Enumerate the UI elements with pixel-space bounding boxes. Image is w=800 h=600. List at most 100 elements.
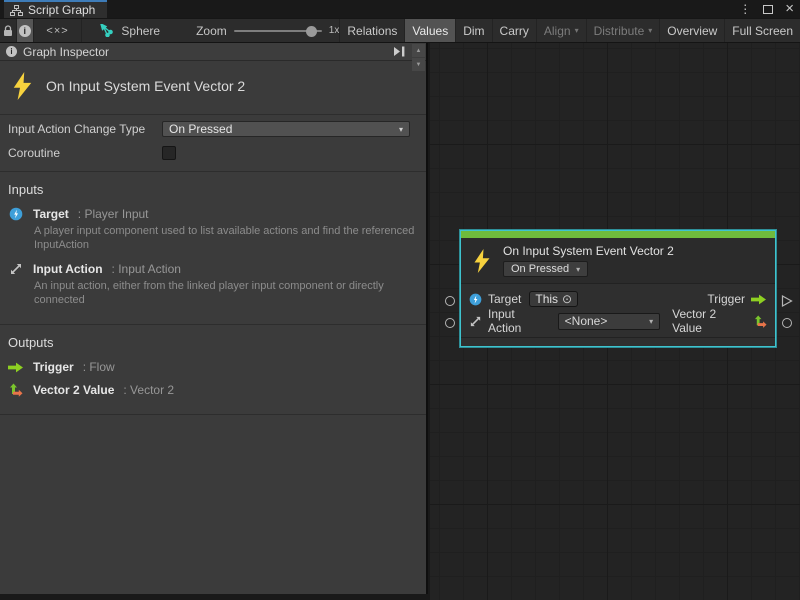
relations-button[interactable]: Relations <box>339 19 404 42</box>
change-type-label: Input Action Change Type <box>8 122 162 136</box>
tab-label: Script Graph <box>28 3 95 17</box>
values-button[interactable]: Values <box>404 19 455 42</box>
zoom-control: Zoom 1x <box>196 19 339 42</box>
zoom-value: 1x <box>329 25 340 36</box>
trigger-port-label: Trigger <box>707 292 745 306</box>
graph-toolbar: i <×> Sphere Zoom 1x <box>0 18 800 43</box>
event-node-color-bar <box>461 231 775 238</box>
port-doc-vector2: Vector 2 Value : Vector 2 <box>8 383 410 397</box>
dock-panel-icon[interactable] <box>393 46 406 57</box>
node-on-input-system-event-vector2[interactable]: On Input System Event Vector 2 On Presse… <box>460 230 776 347</box>
graph-reference[interactable]: Sphere <box>82 19 170 42</box>
chevron-down-icon: ▾ <box>649 317 653 326</box>
carry-button[interactable]: Carry <box>492 19 536 42</box>
event-bolt-icon <box>12 72 33 100</box>
chevron-down-icon: ▾ <box>648 26 652 35</box>
outputs-section: Outputs Trigger : Flow <box>0 325 426 415</box>
input-action-port-label: Input Action <box>488 307 550 335</box>
input-action-dropdown[interactable]: <None> ▾ <box>558 313 660 330</box>
node-header[interactable]: On Input System Event Vector 2 On Presse… <box>461 238 775 283</box>
dim-button[interactable]: Dim <box>455 19 491 42</box>
change-type-row: Input Action Change Type On Pressed ▾ <box>0 119 426 139</box>
zoom-label: Zoom <box>196 24 227 38</box>
port-type: : Flow <box>83 360 115 374</box>
node-title: On Input System Event Vector 2 <box>503 244 674 258</box>
port-name: Vector 2 Value <box>33 383 114 397</box>
inputs-section: Inputs Target : Player Input A player in… <box>0 172 426 325</box>
info-icon: i <box>19 25 31 37</box>
vector2-output-port[interactable] <box>782 318 792 328</box>
scroll-up-button[interactable]: ▲ <box>412 44 425 57</box>
target-port-label: Target <box>488 292 521 306</box>
node-body: Target This ⊙ Trigger <box>461 283 775 337</box>
player-input-icon <box>8 207 24 221</box>
inspector-toggle-button[interactable]: i <box>17 19 34 42</box>
overview-button[interactable]: Overview <box>659 19 724 42</box>
target-value-chip[interactable]: This ⊙ <box>529 291 578 307</box>
flow-arrow-icon <box>8 362 24 373</box>
outputs-heading: Outputs <box>8 335 410 350</box>
vector2-icon <box>754 315 767 328</box>
coroutine-row: Coroutine <box>0 143 426 163</box>
port-name: Trigger <box>33 360 74 374</box>
chevron-down-icon: ▾ <box>399 125 403 134</box>
zoom-slider-knob[interactable] <box>306 26 317 37</box>
graph-inspector-header: i Graph Inspector ▲ ▼ <box>0 43 426 61</box>
align-button[interactable]: Align ▾ <box>536 19 586 42</box>
node-title: On Input System Event Vector 2 <box>46 78 245 94</box>
inputs-heading: Inputs <box>8 182 410 197</box>
port-name: Target <box>33 207 69 221</box>
zoom-slider[interactable] <box>234 30 322 32</box>
full-screen-button[interactable]: Full Screen <box>724 19 800 42</box>
chevron-down-icon: ▾ <box>576 265 580 274</box>
maximize-icon[interactable] <box>763 5 773 14</box>
coroutine-label: Coroutine <box>8 146 162 160</box>
graph-name-label: Sphere <box>121 24 160 38</box>
lock-button[interactable] <box>0 19 17 42</box>
node-settings: Input Action Change Type On Pressed ▾ Co… <box>0 119 426 172</box>
object-picker-icon[interactable]: ⊙ <box>562 292 572 306</box>
port-name: Input Action <box>33 262 103 276</box>
graph-hierarchy-icon <box>10 5 23 16</box>
event-bolt-icon <box>473 249 491 273</box>
window-menu-icon[interactable]: ⋮ <box>739 2 751 16</box>
node-mode-dropdown[interactable]: On Pressed ▾ <box>503 261 588 277</box>
node-footer <box>461 337 775 346</box>
script-graph-window: Script Graph ⋮ × i <×> <box>0 0 800 600</box>
coroutine-checkbox[interactable] <box>162 146 176 160</box>
port-doc-input-action: Input Action : Input Action An input act… <box>8 262 410 308</box>
code-view-button[interactable]: <×> <box>34 19 83 42</box>
graph-canvas[interactable]: On Input System Event Vector 2 On Presse… <box>430 43 800 600</box>
distribute-button[interactable]: Distribute ▾ <box>586 19 660 42</box>
port-type: : Input Action <box>112 262 181 276</box>
player-input-icon <box>469 293 482 306</box>
port-doc-target: Target : Player Input A player input com… <box>8 207 410 253</box>
input-action-swap-icon <box>469 315 482 328</box>
lock-icon <box>3 25 13 37</box>
port-type: : Player Input <box>78 207 149 221</box>
graph-inspector-panel: i Graph Inspector ▲ ▼ On Input System Ev… <box>0 43 428 594</box>
change-type-dropdown[interactable]: On Pressed ▾ <box>162 121 410 137</box>
graph-asset-icon <box>100 24 114 37</box>
tab-script-graph[interactable]: Script Graph <box>4 0 107 18</box>
trigger-output-port[interactable] <box>781 295 793 307</box>
port-description: A player input component used to list av… <box>34 224 420 253</box>
input-action-swap-icon <box>8 262 24 276</box>
vector2-port-label: Vector 2 Value <box>672 307 748 335</box>
inspector-scrollbar: ▲ ▼ <box>412 44 425 71</box>
input-action-input-port[interactable] <box>445 318 455 328</box>
node-title-block: On Input System Event Vector 2 <box>0 61 426 115</box>
toolbar-buttons: Relations Values Dim Carry Align ▾ Distr… <box>339 19 800 42</box>
port-description: An input action, either from the linked … <box>34 279 420 308</box>
vector2-icon <box>8 383 24 397</box>
close-icon[interactable]: × <box>785 4 794 14</box>
info-icon: i <box>6 46 17 57</box>
code-icon: <×> <box>46 25 68 37</box>
port-type: : Vector 2 <box>123 383 174 397</box>
target-input-port[interactable] <box>445 296 455 306</box>
scroll-down-button[interactable]: ▼ <box>412 58 425 71</box>
window-tab-bar: Script Graph ⋮ × <box>0 0 800 18</box>
chevron-down-icon: ▾ <box>575 26 579 35</box>
flow-arrow-icon <box>751 294 767 305</box>
window-controls: ⋮ × <box>739 0 794 18</box>
